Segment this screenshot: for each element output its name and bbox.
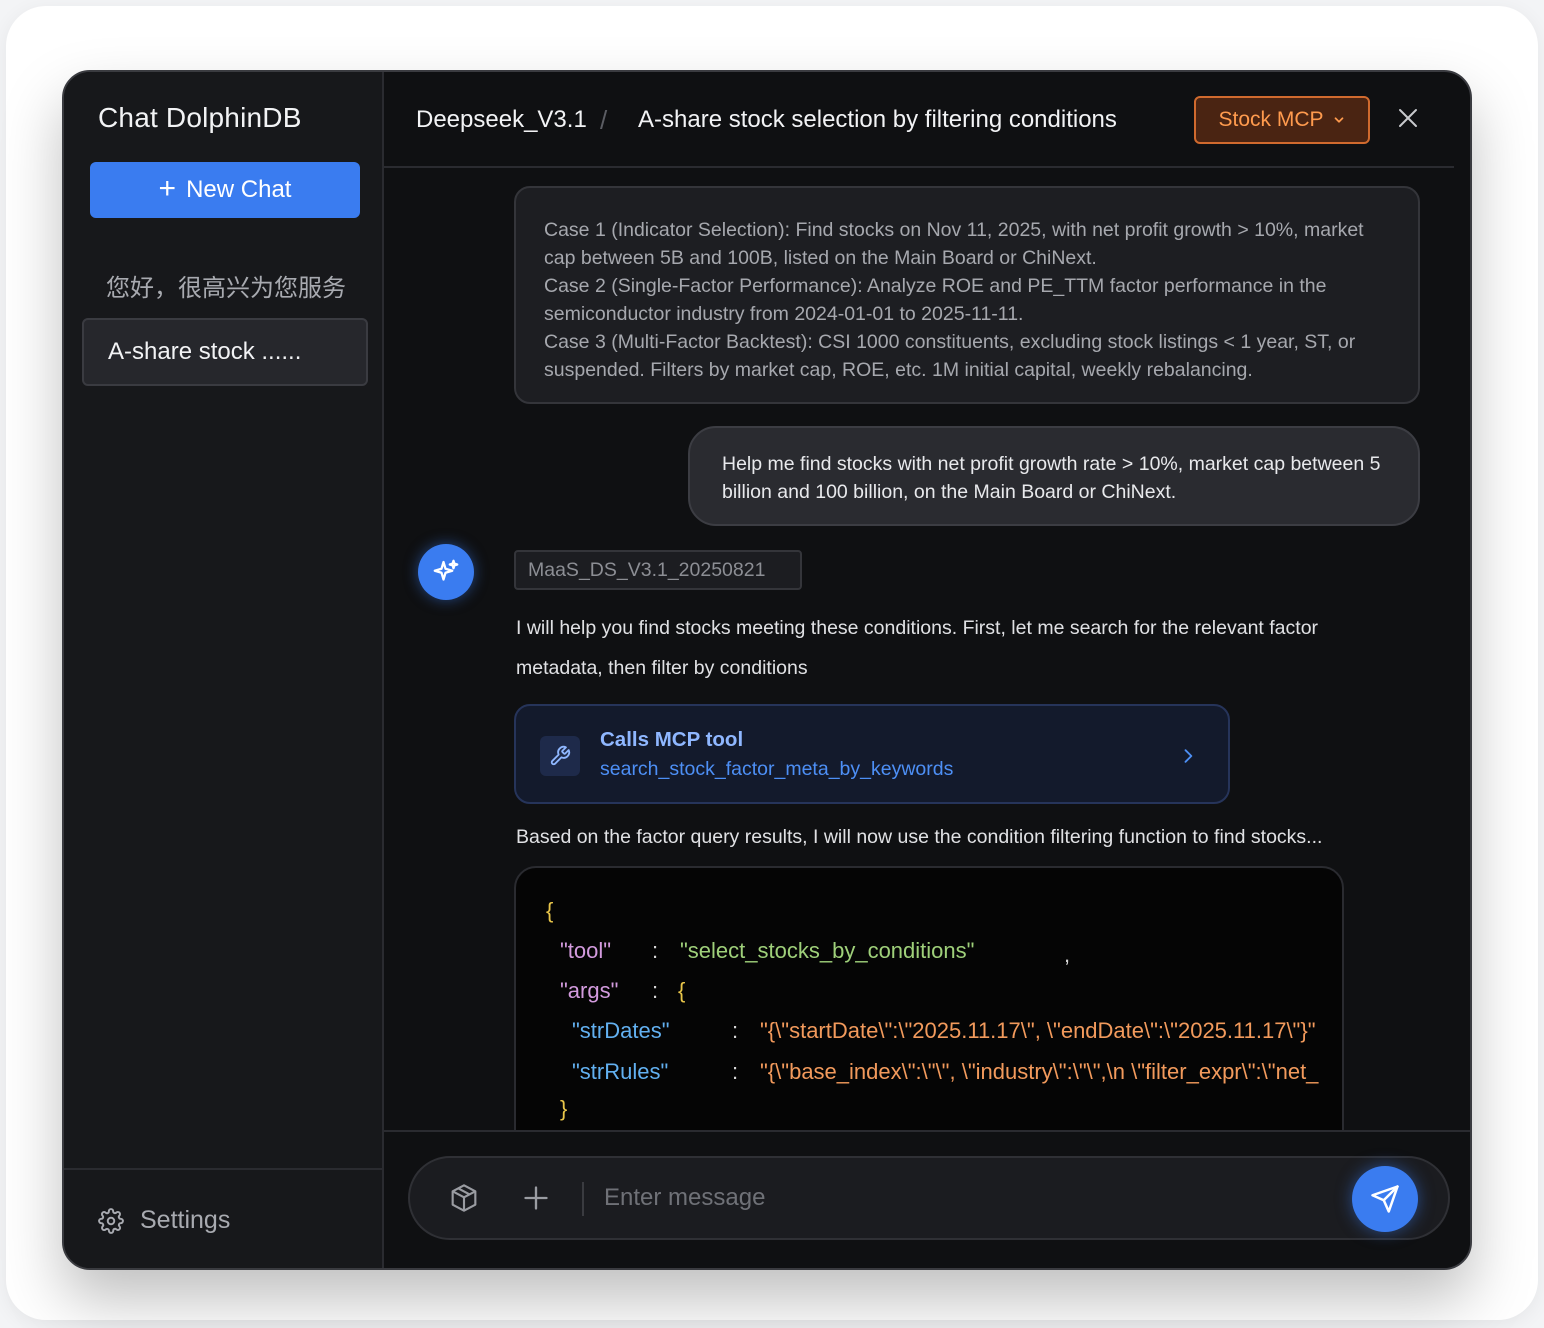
greeting: 您好，很高兴为您服务 — [106, 274, 346, 302]
code-colon: : — [732, 1018, 739, 1043]
assistant-avatar — [418, 544, 474, 600]
code-tool-key: "tool" — [560, 938, 612, 963]
history-item[interactable]: A-share stock ...... — [82, 318, 368, 386]
input-area — [384, 1130, 1470, 1268]
mcp-tool-call-card[interactable]: Calls MCP tool search_stock_factor_meta_… — [514, 704, 1230, 804]
chevron-right-icon — [1184, 749, 1193, 763]
code-open-brace: { — [546, 898, 554, 923]
plus-icon: + — [158, 171, 177, 205]
assistant-reply: I will help you find stocks meeting thes… — [516, 617, 1319, 679]
user-message: Help me find stocks with net profit grow… — [688, 426, 1420, 526]
header: Deepseek_V3.1 / A-share stock selection … — [384, 72, 1454, 168]
code-colon: : — [732, 1059, 739, 1084]
code-rules-key: "strRules" — [572, 1059, 669, 1084]
model-name[interactable]: Deepseek_V3.1 — [416, 106, 587, 134]
code-colon: : — [652, 978, 659, 1003]
example-case-3: Case 3 (Multi-Factor Backtest): CSI 1000… — [544, 331, 1356, 381]
example-case-1: Case 1 (Indicator Selection): Find stock… — [544, 219, 1364, 269]
sparkle-icon — [433, 559, 459, 581]
assistant-followup: Based on the factor query results, I wil… — [516, 826, 1323, 848]
message-input[interactable] — [604, 1178, 1324, 1218]
input-bar — [408, 1156, 1450, 1240]
plus-icon[interactable] — [522, 1184, 550, 1212]
code-args-close: } — [560, 1096, 568, 1121]
code-rules-value: "{\"base_index\":\"\", \"industry\":\"\"… — [760, 1059, 1319, 1084]
code-colon: : — [652, 938, 659, 963]
send-icon — [1371, 1185, 1399, 1213]
code-args-key: "args" — [560, 978, 619, 1003]
model-tag: MaaS_DS_V3.1_20250821 — [514, 550, 802, 590]
chat-title: A-share stock selection by filtering con… — [638, 106, 1117, 133]
example-case-2: Case 2 (Single-Factor Performance): Anal… — [544, 275, 1327, 325]
main-panel: Deepseek_V3.1 / A-share stock selection … — [384, 72, 1470, 1268]
sidebar: Chat DolphinDB + New Chat 您好，很高兴为您服务 A-s… — [64, 72, 384, 1268]
breadcrumb-separator: / — [600, 105, 608, 135]
tool-call-name: search_stock_factor_meta_by_keywords — [600, 758, 954, 780]
tool-call-title: Calls MCP tool — [600, 728, 744, 751]
tool-icon-container — [540, 736, 580, 776]
settings-label: Settings — [140, 1206, 231, 1234]
sidebar-footer: Settings — [64, 1168, 382, 1268]
chat-content[interactable]: Case 1 (Indicator Selection): Find stock… — [384, 170, 1470, 1130]
gear-icon — [98, 1207, 124, 1234]
stock-mcp-dropdown[interactable]: Stock MCP — [1194, 96, 1370, 144]
close-icon[interactable] — [1396, 106, 1420, 130]
wrench-icon — [550, 745, 571, 766]
code-block: { "tool" : "select_stocks_by_conditions"… — [514, 866, 1344, 1130]
mcp-label: Stock MCP — [1218, 108, 1324, 131]
history-item-label: A-share stock ...... — [108, 338, 302, 365]
settings-button[interactable]: Settings — [98, 1206, 230, 1235]
app-window: Chat DolphinDB + New Chat 您好，很高兴为您服务 A-s… — [62, 70, 1472, 1270]
code-comma: , — [1064, 942, 1071, 967]
code-dates-value: "{\"startDate\":\"2025.11.17\", \"endDat… — [760, 1018, 1316, 1043]
code-dates-key: "strDates" — [572, 1018, 670, 1043]
send-button[interactable] — [1352, 1166, 1418, 1232]
examples-box: Case 1 (Indicator Selection): Find stock… — [514, 186, 1420, 404]
new-chat-label: New Chat — [186, 176, 292, 203]
code-args-open: { — [678, 978, 686, 1003]
code-tool-value: "select_stocks_by_conditions" — [680, 938, 975, 963]
chevron-down-icon — [1334, 117, 1343, 123]
app-title: Chat DolphinDB — [98, 102, 302, 133]
input-divider — [582, 1182, 584, 1216]
new-chat-button[interactable]: + New Chat — [90, 162, 360, 218]
box-icon[interactable] — [448, 1182, 480, 1214]
